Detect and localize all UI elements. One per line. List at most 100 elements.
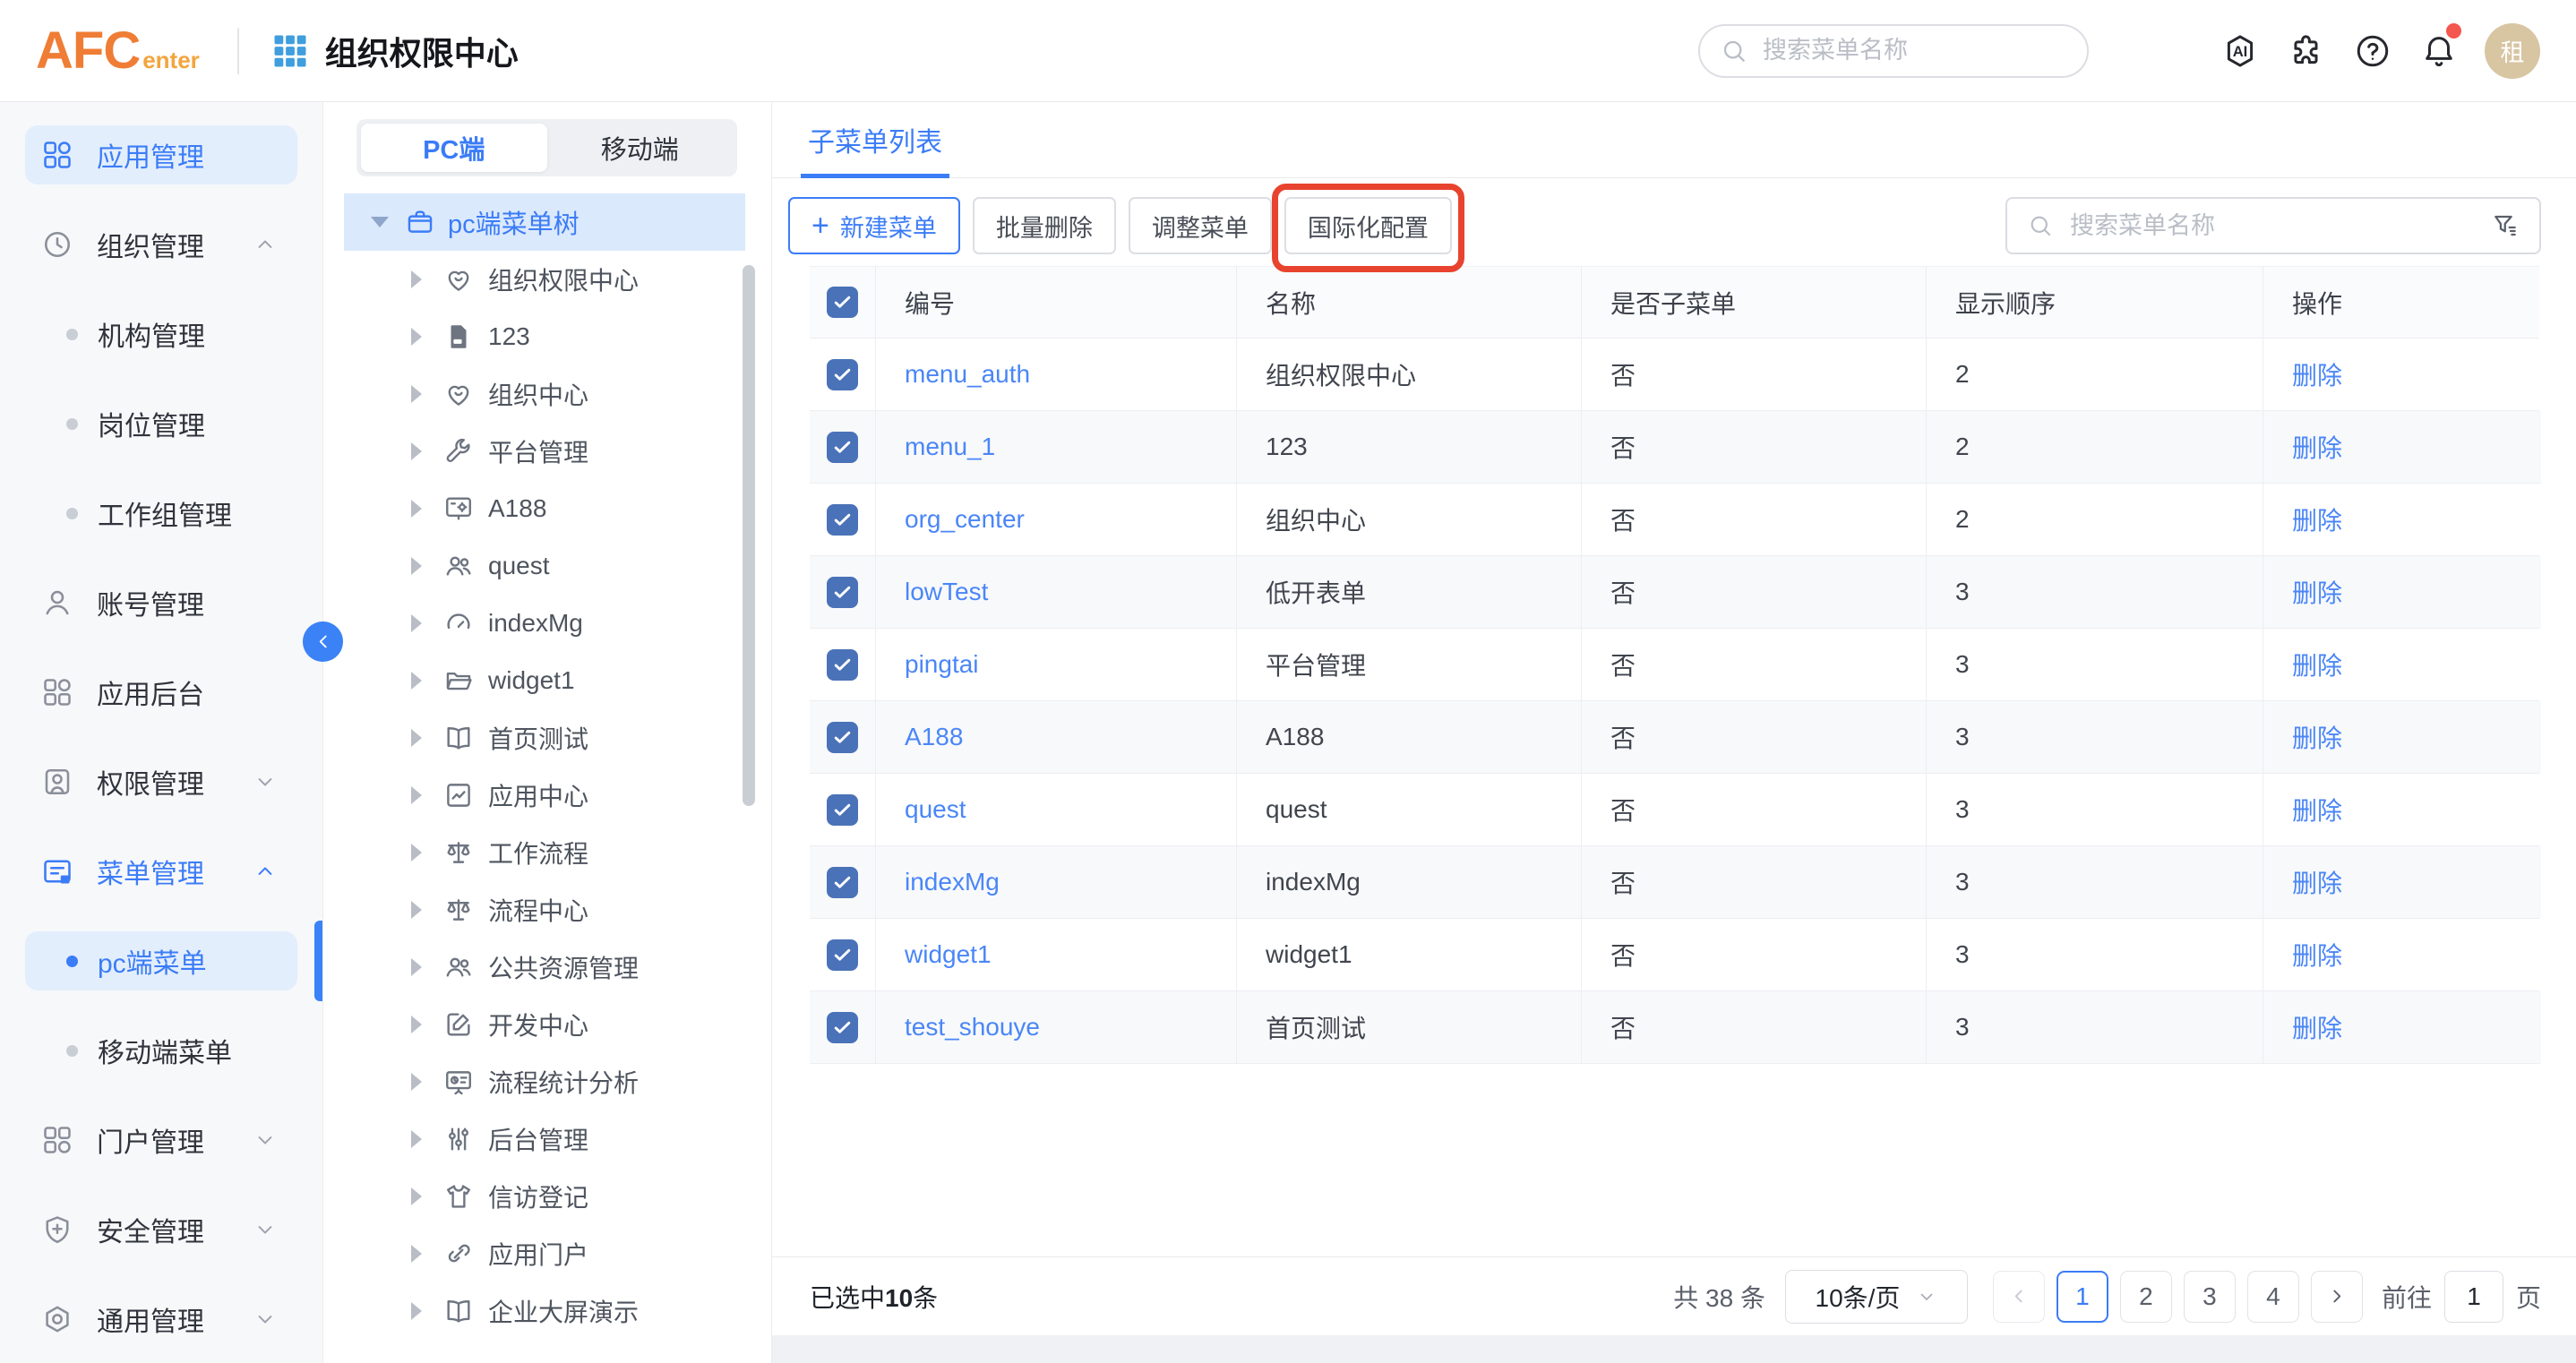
row-checkbox[interactable]	[827, 577, 858, 608]
sidebar-collapse-button[interactable]	[303, 621, 343, 662]
tree-node-应用中心[interactable]: 应用中心	[323, 767, 771, 824]
row-code-link[interactable]: test_shouye	[876, 991, 1237, 1064]
sidebar-item-门户管理[interactable]: 门户管理	[25, 1110, 297, 1170]
caret-right-icon[interactable]	[411, 1302, 422, 1320]
page-size-select[interactable]: 10条/页	[1785, 1270, 1968, 1324]
prev-page-button[interactable]	[1993, 1271, 2045, 1323]
tree-node-应用门户[interactable]: 应用门户	[323, 1225, 771, 1282]
sidebar-item-安全管理[interactable]: 安全管理	[25, 1200, 297, 1259]
delete-link[interactable]: 删除	[2292, 429, 2342, 465]
avatar[interactable]: 租	[2485, 23, 2540, 79]
tree-node-工作流程[interactable]: 工作流程	[323, 824, 771, 881]
sidebar-item-移动端菜单[interactable]: 移动端菜单	[25, 1021, 297, 1080]
caret-right-icon[interactable]	[411, 901, 422, 919]
next-page-button[interactable]	[2311, 1271, 2363, 1323]
row-checkbox[interactable]	[827, 359, 858, 390]
page-button-3[interactable]: 3	[2184, 1271, 2236, 1323]
tree-node-组织中心[interactable]: 组织中心	[323, 365, 771, 423]
sidebar-item-组织管理[interactable]: 组织管理	[25, 215, 297, 274]
caret-right-icon[interactable]	[411, 1187, 422, 1205]
row-checkbox[interactable]	[827, 867, 858, 898]
row-checkbox[interactable]	[827, 722, 858, 753]
caret-right-icon[interactable]	[411, 844, 422, 862]
row-checkbox[interactable]	[827, 649, 858, 681]
tree-node-首页测试[interactable]: 首页测试	[323, 709, 771, 767]
sidebar-item-pc端菜单[interactable]: pc端菜单	[25, 931, 297, 990]
sidebar-item-机构管理[interactable]: 机构管理	[25, 304, 297, 364]
afc-logo[interactable]: AFC enter	[36, 21, 200, 81]
delete-link[interactable]: 删除	[2292, 647, 2342, 682]
row-code-link[interactable]: menu_auth	[876, 339, 1237, 411]
tree-node-流程中心[interactable]: 流程中心	[323, 881, 771, 939]
caret-right-icon[interactable]	[411, 672, 422, 690]
caret-right-icon[interactable]	[411, 442, 422, 460]
caret-right-icon[interactable]	[411, 500, 422, 518]
row-checkbox[interactable]	[827, 504, 858, 536]
delete-link[interactable]: 删除	[2292, 864, 2342, 900]
delete-link[interactable]: 删除	[2292, 574, 2342, 610]
tree-node-平台管理[interactable]: 平台管理	[323, 423, 771, 480]
sidebar-item-岗位管理[interactable]: 岗位管理	[25, 394, 297, 453]
delete-link[interactable]: 删除	[2292, 1009, 2342, 1045]
caret-right-icon[interactable]	[411, 328, 422, 346]
tab-submenu-list[interactable]: 子菜单列表	[808, 102, 942, 177]
delete-link[interactable]: 删除	[2292, 937, 2342, 973]
caret-right-icon[interactable]	[411, 614, 422, 632]
delete-link[interactable]: 删除	[2292, 792, 2342, 827]
tree-node-信访登记[interactable]: 信访登记	[323, 1168, 771, 1225]
row-checkbox[interactable]	[827, 794, 858, 826]
row-code-link[interactable]: pingtai	[876, 629, 1237, 701]
tree-node-后台管理[interactable]: 后台管理	[323, 1110, 771, 1168]
i18n-config-button[interactable]: 国际化配置	[1284, 197, 1452, 254]
sidebar-item-权限管理[interactable]: 权限管理	[25, 752, 297, 811]
help-icon[interactable]	[2354, 32, 2391, 70]
tree-node-widget1[interactable]: widget1	[323, 652, 771, 709]
caret-right-icon[interactable]	[411, 1073, 422, 1091]
tree-node-A188[interactable]: A188	[323, 480, 771, 537]
caret-right-icon[interactable]	[411, 557, 422, 575]
delete-link[interactable]: 删除	[2292, 356, 2342, 392]
create-menu-button[interactable]: + 新建菜单	[788, 197, 960, 254]
tree-node-企业大屏演示[interactable]: 企业大屏演示	[323, 1282, 771, 1340]
row-code-link[interactable]: org_center	[876, 484, 1237, 556]
row-checkbox[interactable]	[827, 432, 858, 463]
sidebar-item-工作组管理[interactable]: 工作组管理	[25, 484, 297, 543]
caret-right-icon[interactable]	[411, 1130, 422, 1148]
batch-delete-button[interactable]: 批量删除	[973, 197, 1116, 254]
adjust-menu-button[interactable]: 调整菜单	[1129, 197, 1272, 254]
row-code-link[interactable]: A188	[876, 701, 1237, 774]
goto-page-input[interactable]	[2444, 1271, 2503, 1323]
scrollbar[interactable]	[743, 265, 755, 806]
tab-pc[interactable]: PC端	[361, 124, 547, 172]
tree-node-indexMg[interactable]: indexMg	[323, 595, 771, 652]
tab-mobile[interactable]: 移动端	[547, 124, 734, 172]
row-checkbox[interactable]	[827, 1012, 858, 1043]
global-search-input[interactable]	[1761, 36, 2051, 65]
caret-down-icon[interactable]	[371, 217, 389, 227]
caret-right-icon[interactable]	[411, 270, 422, 288]
caret-right-icon[interactable]	[411, 958, 422, 976]
tree-node-123[interactable]: 123	[323, 308, 771, 365]
tree-node-公共资源管理[interactable]: 公共资源管理	[323, 939, 771, 996]
sidebar-item-账号管理[interactable]: 账号管理	[25, 573, 297, 632]
notification-bell-icon[interactable]	[2420, 32, 2458, 70]
caret-right-icon[interactable]	[411, 1245, 422, 1263]
row-code-link[interactable]: indexMg	[876, 846, 1237, 919]
page-button-4[interactable]: 4	[2247, 1271, 2299, 1323]
table-search[interactable]	[2005, 197, 2541, 254]
caret-right-icon[interactable]	[411, 1016, 422, 1033]
tree-node-quest[interactable]: quest	[323, 537, 771, 595]
global-search[interactable]	[1698, 24, 2089, 78]
sidebar-item-应用后台[interactable]: 应用后台	[25, 663, 297, 722]
caret-right-icon[interactable]	[411, 786, 422, 804]
delete-link[interactable]: 删除	[2292, 719, 2342, 755]
sidebar-item-应用管理[interactable]: 应用管理	[25, 125, 297, 184]
page-button-2[interactable]: 2	[2120, 1271, 2172, 1323]
row-code-link[interactable]: menu_1	[876, 411, 1237, 484]
row-code-link[interactable]: widget1	[876, 919, 1237, 991]
select-all-checkbox[interactable]	[827, 287, 858, 318]
tree-node-流程统计分析[interactable]: 流程统计分析	[323, 1053, 771, 1110]
page-button-1[interactable]: 1	[2057, 1271, 2108, 1323]
caret-right-icon[interactable]	[411, 385, 422, 403]
ai-assistant-icon[interactable]: AI	[2221, 32, 2259, 70]
